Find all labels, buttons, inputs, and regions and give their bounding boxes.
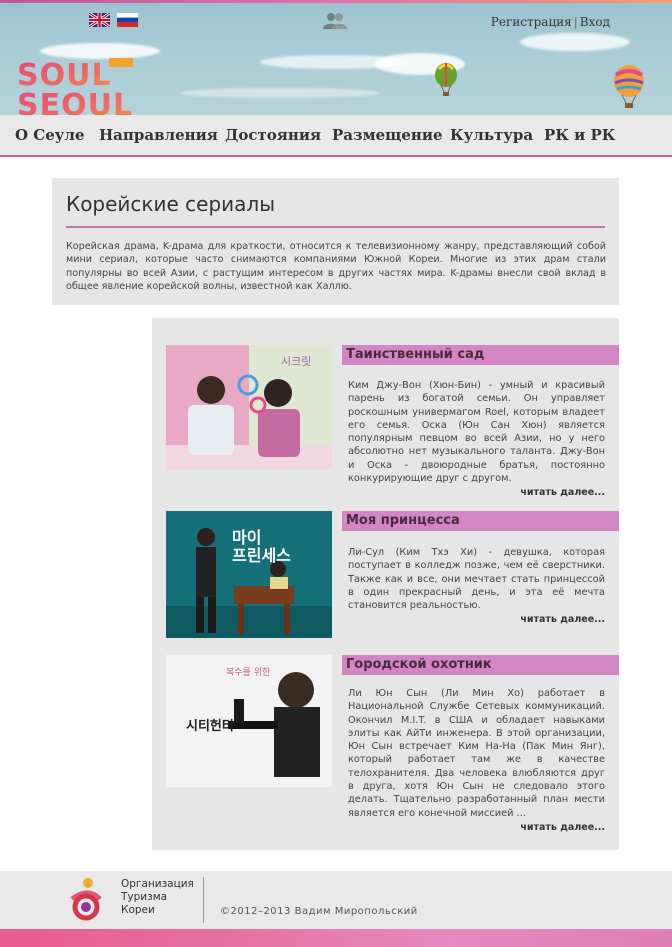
soul-seoul-logo[interactable]: SOUL SEOUL: [17, 55, 145, 115]
svg-text:시티헌터: 시티헌터: [186, 718, 234, 734]
read-more-link[interactable]: читать далее...: [520, 614, 605, 625]
read-more-link[interactable]: читать далее...: [520, 487, 605, 498]
cloud-decoration: [180, 88, 380, 98]
series-poster-city-hunter[interactable]: 시티헌터 복수를 위한: [166, 655, 332, 787]
nav-item-about-seoul[interactable]: О Сеуле: [15, 126, 85, 144]
org-name-line: Организация: [121, 878, 194, 890]
series-title[interactable]: Моя принцесса: [342, 511, 619, 531]
nav-item-sights[interactable]: Достояния: [225, 126, 321, 144]
series-poster-secret-garden[interactable]: 시크릿: [166, 345, 332, 470]
users-icon[interactable]: [322, 12, 348, 30]
series-title[interactable]: Городской охотник: [342, 655, 619, 675]
series-description: Ли-Сул (Ким Тхэ Хи) - девушка, которая п…: [348, 547, 605, 612]
site-header: Регистрация | Вход SOUL SEOUL: [0, 3, 672, 115]
title-divider: [66, 226, 605, 228]
series-poster-my-princess[interactable]: 마이 프린세스: [166, 511, 332, 638]
svg-text:마이: 마이: [232, 528, 261, 547]
cloud-decoration: [520, 33, 630, 51]
svg-text:프린세스: 프린세스: [232, 546, 291, 565]
series-description: Ким Джу-Вон (Хюн-Бин) - умный и красивый…: [348, 380, 605, 485]
org-name-line: Кореи: [121, 904, 155, 916]
org-name: Организация Туризма Кореи: [121, 878, 194, 917]
hot-air-balloon-icon: [614, 65, 644, 108]
auth-separator: |: [573, 15, 578, 29]
site-footer: Организация Туризма Кореи ©2012–2013 Вад…: [0, 871, 672, 929]
russia-flag-icon[interactable]: [117, 13, 138, 27]
series-description: Ли Юн Сын (Ли Мин Хо) работает в Национа…: [348, 688, 605, 819]
intro-section: Корейские сериалы Корейская драма, K-дра…: [52, 178, 619, 305]
nav-item-culture[interactable]: Культура: [450, 126, 533, 144]
register-link[interactable]: Регистрация: [491, 15, 572, 29]
page-title: Корейские сериалы: [66, 192, 275, 216]
footer-divider: [203, 877, 204, 923]
main-navigation: О Сеуле Направления Достояния Размещение…: [0, 115, 672, 157]
uk-flag-icon[interactable]: [89, 13, 110, 27]
login-link[interactable]: Вход: [580, 15, 610, 29]
logo-badge: [109, 58, 133, 67]
nav-item-rk[interactable]: РК и РК: [544, 126, 615, 144]
auth-links: Регистрация | Вход: [491, 15, 610, 29]
korea-tourism-logo-icon[interactable]: [66, 877, 106, 923]
svg-text:복수를 위한: 복수를 위한: [226, 667, 270, 678]
hot-air-balloon-icon: [435, 63, 457, 96]
svg-text:시크릿: 시크릿: [281, 355, 311, 368]
org-name-line: Туризма: [121, 891, 168, 903]
intro-text: Корейская драма, K-драма для краткости, …: [66, 241, 606, 293]
nav-item-directions[interactable]: Направления: [99, 126, 218, 144]
logo-text-seoul: SEOUL: [17, 88, 133, 115]
copyright-text: ©2012–2013 Вадим Миропольский: [220, 906, 418, 917]
nav-item-accommodation[interactable]: Размещение: [332, 126, 443, 144]
series-title[interactable]: Таинственный сад: [342, 345, 619, 365]
footer-gradient-bar: [0, 929, 672, 947]
read-more-link[interactable]: читать далее...: [520, 822, 605, 833]
